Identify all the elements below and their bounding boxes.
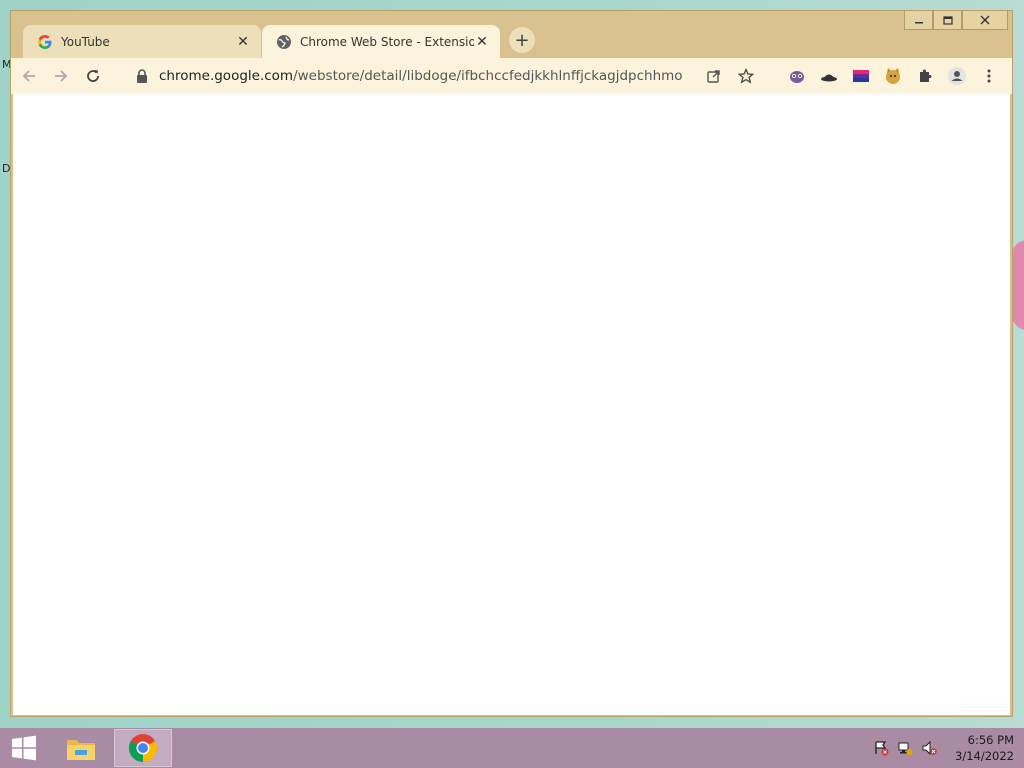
taskbar-chrome[interactable] <box>114 729 172 767</box>
windows-logo-icon <box>12 735 36 761</box>
page-content[interactable] <box>13 94 1010 715</box>
taskbar-clock[interactable]: 6:56 PM 3/14/2022 <box>955 732 1014 764</box>
volume-control[interactable] <box>917 736 941 760</box>
extension-button[interactable] <box>813 62 845 90</box>
arrow-left-icon <box>22 70 35 82</box>
tab-strip: YouTube ✕ Chrome Web Store - Extensions … <box>11 23 1012 58</box>
reload-button[interactable] <box>79 62 107 90</box>
bookmark-button[interactable] <box>730 62 762 90</box>
kebab-menu-icon <box>987 69 991 83</box>
extension-button[interactable] <box>845 62 877 90</box>
lock-icon <box>137 69 147 83</box>
close-tab-icon[interactable]: ✕ <box>474 34 490 50</box>
taskbar-file-explorer[interactable] <box>52 728 110 768</box>
start-button[interactable] <box>0 728 48 768</box>
extensions-area <box>781 62 1005 90</box>
network-status[interactable] <box>893 736 917 760</box>
extension-button[interactable] <box>877 62 909 90</box>
puzzle-extensions-icon <box>920 69 932 82</box>
browser-window: YouTube ✕ Chrome Web Store - Extensions … <box>10 10 1013 717</box>
star-icon <box>738 68 754 84</box>
url-path: /webstore/detail/libdoge/ifbchccfedjkkhl… <box>293 68 683 84</box>
volume-muted-icon <box>922 740 937 756</box>
google-g-icon <box>38 34 52 49</box>
taskbar: 6:56 PM 3/14/2022 <box>0 728 1024 768</box>
avatar-icon <box>948 67 966 85</box>
hat-extension-icon <box>821 74 837 82</box>
globe-icon <box>277 34 291 49</box>
extensions-menu-button[interactable] <box>909 62 941 90</box>
action-center-flag[interactable] <box>869 736 893 760</box>
url-host: chrome.google.com <box>159 68 294 84</box>
tab-youtube[interactable]: YouTube ✕ <box>23 25 261 58</box>
profile-button[interactable] <box>941 62 973 90</box>
clock-date: 3/14/2022 <box>955 749 1014 763</box>
share-icon <box>707 70 720 83</box>
chrome-icon <box>129 734 157 762</box>
flag-warning-icon <box>875 741 889 756</box>
share-button[interactable] <box>698 62 730 90</box>
network-icon <box>898 742 913 755</box>
file-explorer-icon <box>67 740 95 760</box>
arrow-right-icon <box>55 70 68 82</box>
doge-extension-icon <box>886 68 900 84</box>
new-tab-button[interactable]: + <box>509 27 535 53</box>
clock-time: 6:56 PM <box>967 733 1014 747</box>
close-tab-icon[interactable]: ✕ <box>235 34 251 50</box>
plus-icon: + <box>514 29 530 51</box>
extension-button[interactable] <box>781 62 813 90</box>
tab-chrome-web-store[interactable]: Chrome Web Store - Extensions ✕ <box>262 25 500 58</box>
tab-title: Chrome Web Store - Extensions <box>300 34 474 49</box>
address-bar[interactable]: chrome.google.com/webstore/detail/libdog… <box>127 62 762 90</box>
back-button[interactable] <box>15 62 43 90</box>
desktop-wallpaper-shape <box>1012 240 1024 330</box>
browser-toolbar: chrome.google.com/webstore/detail/libdog… <box>11 58 1012 94</box>
alien-extension-icon <box>790 71 804 83</box>
tab-title: YouTube <box>61 34 110 49</box>
forward-button[interactable] <box>47 62 75 90</box>
url-text: chrome.google.com/webstore/detail/libdog… <box>159 68 698 84</box>
menu-button[interactable] <box>973 62 1005 90</box>
system-tray: 6:56 PM 3/14/2022 <box>869 728 1014 768</box>
reload-icon <box>87 70 99 82</box>
flag-extension-icon <box>853 70 869 82</box>
